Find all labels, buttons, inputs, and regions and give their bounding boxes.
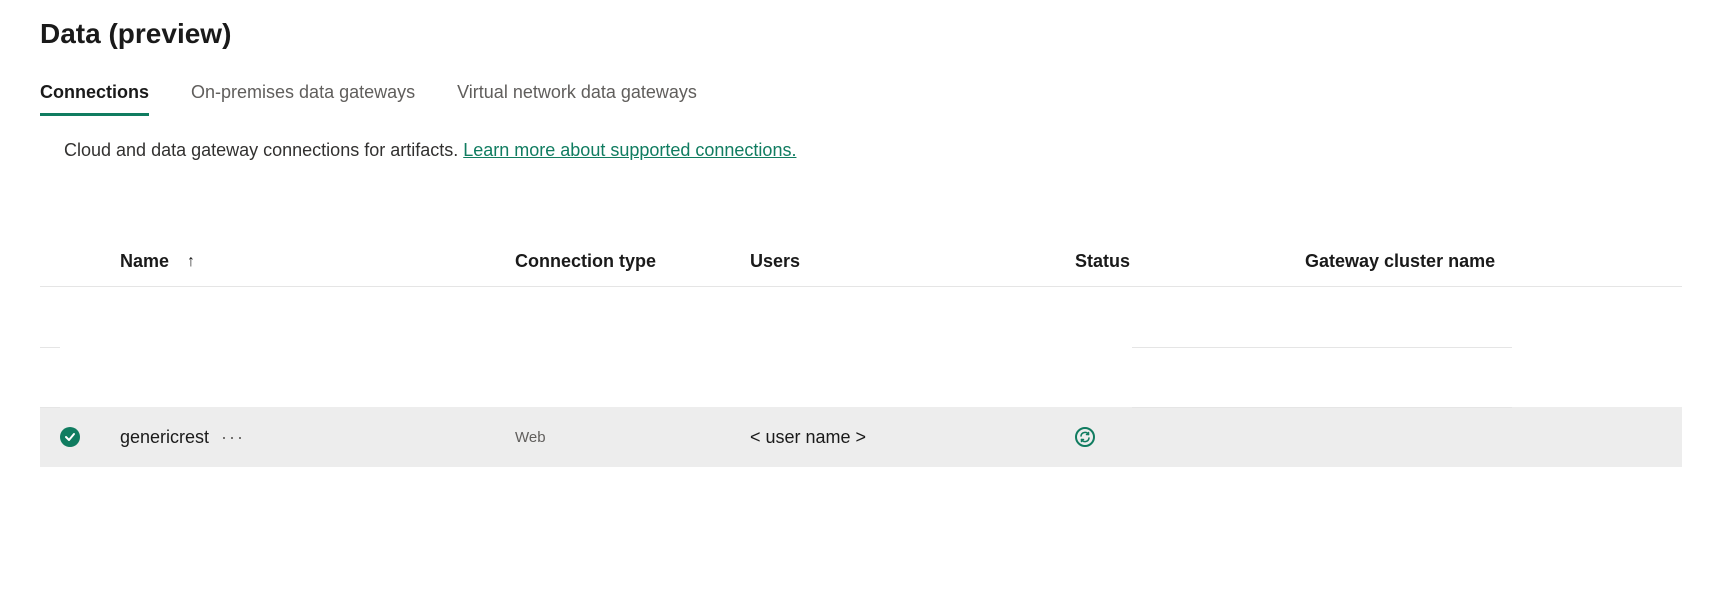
page-title: Data (preview) (40, 18, 1682, 50)
col-users-header[interactable]: Users (750, 251, 1075, 272)
row-users: < user name > (750, 427, 1075, 448)
checkmark-icon (60, 427, 80, 447)
tab-on-prem-gateways[interactable]: On-premises data gateways (191, 82, 415, 116)
refresh-icon (1075, 427, 1095, 447)
description-text: Cloud and data gateway connections for a… (64, 140, 463, 160)
empty-rows-placeholder (40, 287, 1682, 407)
col-name-header[interactable]: Name ↑ (120, 251, 515, 272)
col-gateway-header[interactable]: Gateway cluster name (1305, 251, 1682, 272)
table-row[interactable]: genericrest ··· Web < user name > (40, 407, 1682, 467)
connections-table: Name ↑ Connection type Users Status Gate… (40, 251, 1682, 467)
learn-more-link[interactable]: Learn more about supported connections. (463, 140, 796, 160)
row-connection-type: Web (515, 429, 750, 446)
tab-list: Connections On-premises data gateways Vi… (40, 82, 1682, 116)
description-row: Cloud and data gateway connections for a… (40, 140, 1682, 161)
col-status-header[interactable]: Status (1075, 251, 1305, 272)
col-connection-type-header[interactable]: Connection type (515, 251, 750, 272)
col-name-label: Name (120, 251, 169, 272)
tab-connections[interactable]: Connections (40, 82, 149, 116)
row-status-cell (40, 427, 120, 447)
tab-virtual-network-gateways[interactable]: Virtual network data gateways (457, 82, 697, 116)
table-header: Name ↑ Connection type Users Status Gate… (40, 251, 1682, 287)
row-name[interactable]: genericrest (120, 427, 209, 448)
sort-ascending-icon: ↑ (187, 253, 195, 271)
row-status (1075, 427, 1305, 447)
more-options-icon[interactable]: ··· (221, 428, 245, 446)
